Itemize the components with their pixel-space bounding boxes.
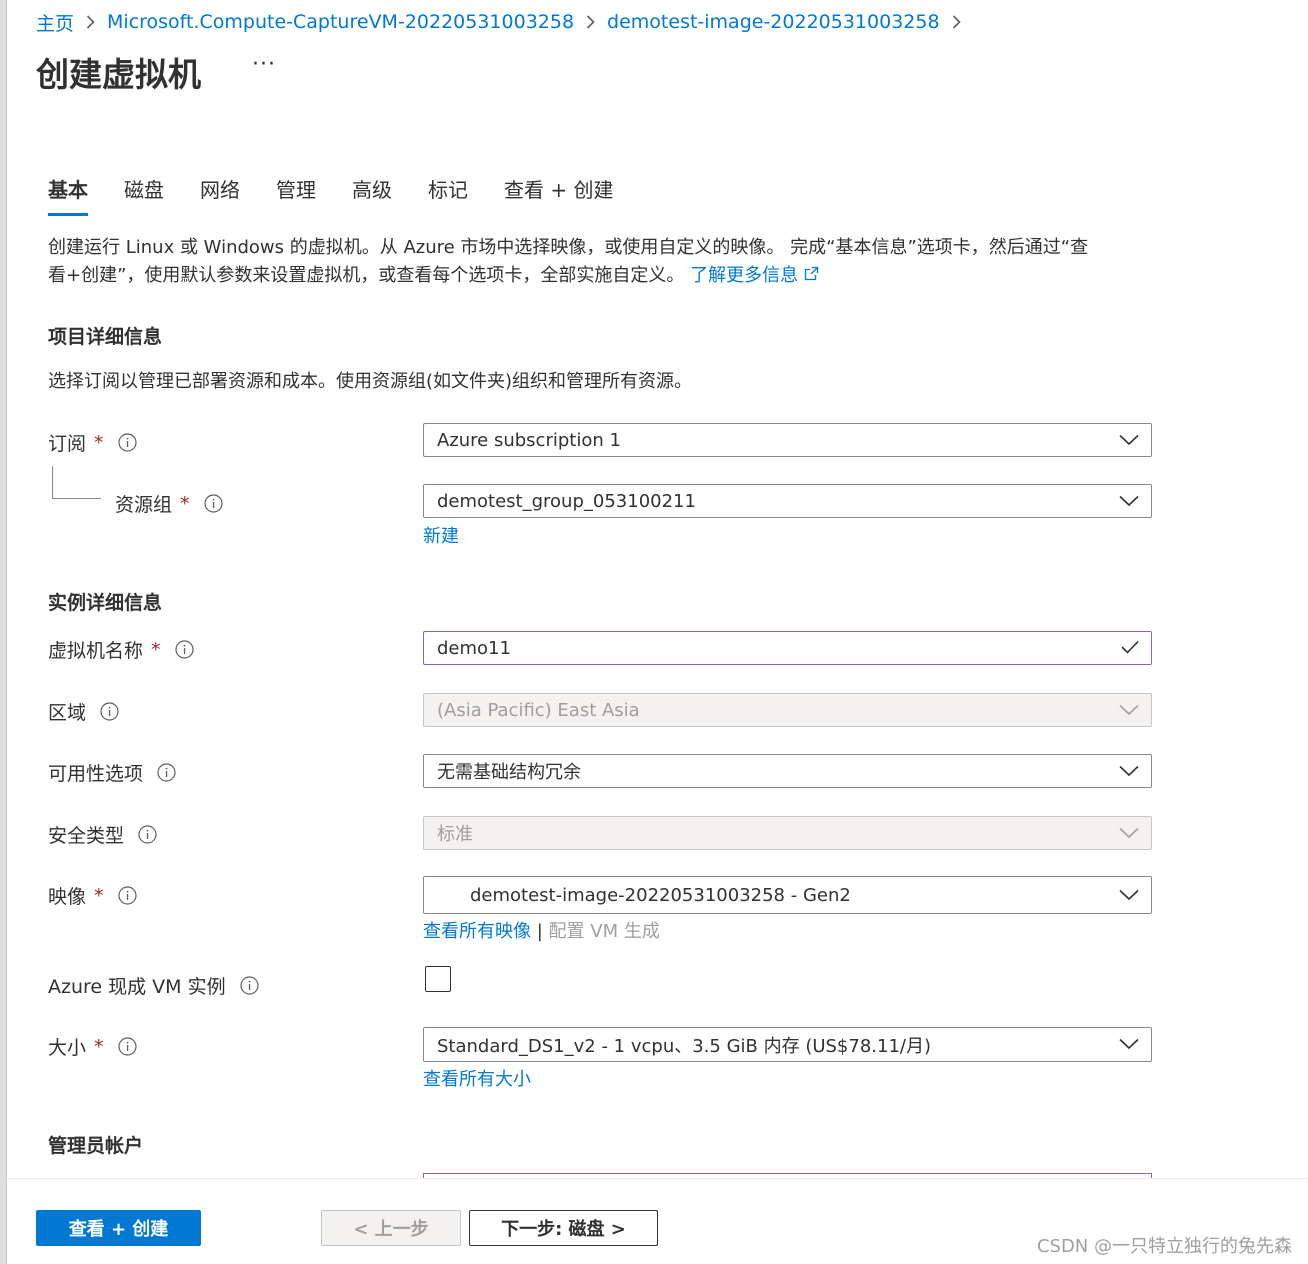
chevron-down-icon xyxy=(1119,823,1139,844)
admin-account-heading: 管理员帐户 xyxy=(48,1135,144,1157)
availability-label: 可用性选项 xyxy=(48,759,176,786)
info-icon[interactable] xyxy=(203,494,223,513)
learn-more-label: 了解更多信息 xyxy=(690,265,799,286)
breadcrumb: 主页 Microsoft.Compute-CaptureVM-202205310… xyxy=(36,8,973,36)
tab-disks[interactable]: 磁盘 xyxy=(124,172,164,216)
availability-label-text: 可用性选项 xyxy=(48,763,144,785)
info-icon[interactable] xyxy=(100,702,119,721)
size-dropdown[interactable]: Standard_DS1_v2 - 1 vcpu、3.5 GiB 内存 (US$… xyxy=(423,1027,1152,1062)
resource-group-dropdown[interactable]: demotest_group_053100211 xyxy=(423,484,1152,518)
review-create-button[interactable]: 查看 + 创建 xyxy=(36,1210,201,1246)
external-link-icon xyxy=(804,265,819,286)
info-icon[interactable] xyxy=(240,976,259,995)
security-type-value: 标准 xyxy=(437,824,473,845)
tab-management[interactable]: 管理 xyxy=(276,172,316,216)
image-value: demotest-image-20220531003258 - Gen2 xyxy=(470,884,851,906)
resource-group-value: demotest_group_053100211 xyxy=(437,490,696,512)
image-dropdown[interactable]: demotest-image-20220531003258 - Gen2 xyxy=(423,876,1152,914)
info-icon[interactable] xyxy=(157,763,176,782)
vm-name-label-text: 虚拟机名称 xyxy=(48,640,144,662)
subscription-dropdown[interactable]: Azure subscription 1 xyxy=(423,423,1152,457)
resource-group-label: 资源组 * xyxy=(115,490,223,517)
chevron-down-icon xyxy=(1119,885,1139,906)
see-all-sizes-link[interactable]: 查看所有大小 xyxy=(423,1065,531,1091)
subscription-value: Azure subscription 1 xyxy=(437,429,621,451)
info-icon[interactable] xyxy=(138,825,157,844)
create-new-resource-group-link[interactable]: 新建 xyxy=(423,522,459,548)
required-mark: * xyxy=(151,638,161,661)
chevron-down-icon xyxy=(1119,430,1139,451)
required-mark: * xyxy=(94,431,104,454)
intro-text: 创建运行 Linux 或 Windows 的虚拟机。从 Azure 市场中选择映… xyxy=(48,234,1148,290)
chevron-right-icon xyxy=(586,15,595,29)
project-details-heading: 项目详细信息 xyxy=(48,326,163,348)
vm-name-value: demo11 xyxy=(437,637,511,659)
footer-divider xyxy=(6,1178,1308,1179)
chevron-down-icon xyxy=(1119,700,1139,721)
info-icon[interactable] xyxy=(117,433,137,452)
breadcrumb-capture-vm[interactable]: Microsoft.Compute-CaptureVM-202205310032… xyxy=(107,11,574,33)
breadcrumb-home[interactable]: 主页 xyxy=(36,9,74,36)
chevron-down-icon xyxy=(1119,761,1139,782)
instance-details-heading: 实例详细信息 xyxy=(48,592,163,614)
previous-button[interactable]: < 上一步 xyxy=(321,1210,461,1246)
resource-group-label-text: 资源组 xyxy=(115,494,173,516)
tab-bar: 基本 磁盘 网络 管理 高级 标记 查看 + 创建 xyxy=(48,172,649,216)
image-links: 查看所有映像 | 配置 VM 生成 xyxy=(423,917,660,943)
tab-networking[interactable]: 网络 xyxy=(200,172,240,216)
intro-line-2: 看+创建”，使用默认参数来设置虚拟机，或查看每个选项卡，全部实施自定义。 xyxy=(48,265,685,286)
image-label: 映像 * xyxy=(48,882,137,909)
region-label-text: 区域 xyxy=(48,702,87,724)
security-type-dropdown: 标准 xyxy=(423,816,1152,850)
size-value: Standard_DS1_v2 - 1 vcpu、3.5 GiB 内存 (US$… xyxy=(437,1035,932,1057)
security-type-label: 安全类型 xyxy=(48,821,157,848)
spot-instance-checkbox[interactable] xyxy=(425,966,451,992)
subscription-label-text: 订阅 xyxy=(48,433,87,455)
tab-advanced[interactable]: 高级 xyxy=(352,172,392,216)
size-label-text: 大小 xyxy=(48,1037,87,1059)
info-icon[interactable] xyxy=(117,886,137,905)
region-dropdown: (Asia Pacific) East Asia xyxy=(423,693,1152,727)
checkmark-icon xyxy=(1121,638,1139,659)
security-type-label-text: 安全类型 xyxy=(48,825,125,847)
spot-instance-label-text: Azure 现成 VM 实例 xyxy=(48,976,226,998)
tab-tags[interactable]: 标记 xyxy=(428,172,468,216)
more-options-button[interactable]: ··· xyxy=(252,52,276,77)
learn-more-link[interactable]: 了解更多信息 xyxy=(690,265,819,286)
required-mark: * xyxy=(94,1035,104,1058)
intro-line-1: 创建运行 Linux 或 Windows 的虚拟机。从 Azure 市场中选择映… xyxy=(48,237,1089,258)
image-label-text: 映像 xyxy=(48,886,87,908)
tab-basics[interactable]: 基本 xyxy=(48,172,88,216)
region-value: (Asia Pacific) East Asia xyxy=(437,699,640,721)
vm-name-label: 虚拟机名称 * xyxy=(48,636,194,663)
info-icon[interactable] xyxy=(117,1037,137,1056)
required-mark: * xyxy=(94,884,104,907)
project-details-desc: 选择订阅以管理已部署资源和成本。使用资源组(如文件夹)组织和管理所有资源。 xyxy=(48,371,693,392)
availability-value: 无需基础结构冗余 xyxy=(437,762,581,783)
link-separator: | xyxy=(536,921,543,942)
chevron-right-icon xyxy=(86,15,95,29)
region-label: 区域 xyxy=(48,698,119,725)
page-title: 创建虚拟机 xyxy=(36,55,201,94)
availability-dropdown[interactable]: 无需基础结构冗余 xyxy=(423,754,1152,788)
chevron-down-icon xyxy=(1119,491,1139,512)
left-panel-edge xyxy=(0,0,7,1264)
vm-name-input[interactable]: demo11 xyxy=(423,631,1152,665)
spot-instance-label: Azure 现成 VM 实例 xyxy=(48,972,259,999)
required-mark: * xyxy=(180,492,190,515)
configure-vm-generation-link: 配置 VM 生成 xyxy=(548,921,660,942)
next-disks-button[interactable]: 下一步: 磁盘 > xyxy=(469,1210,658,1246)
tab-review-create[interactable]: 查看 + 创建 xyxy=(504,172,613,216)
chevron-right-icon xyxy=(952,15,961,29)
tree-connector xyxy=(52,466,101,499)
breadcrumb-image[interactable]: demotest-image-20220531003258 xyxy=(607,11,940,33)
see-all-images-link[interactable]: 查看所有映像 xyxy=(423,921,531,942)
size-label: 大小 * xyxy=(48,1033,137,1060)
subscription-label: 订阅 * xyxy=(48,429,137,456)
watermark: CSDN @一只特立独行的兔先森 xyxy=(1036,1236,1292,1257)
info-icon[interactable] xyxy=(174,640,194,659)
chevron-down-icon xyxy=(1119,1034,1139,1055)
